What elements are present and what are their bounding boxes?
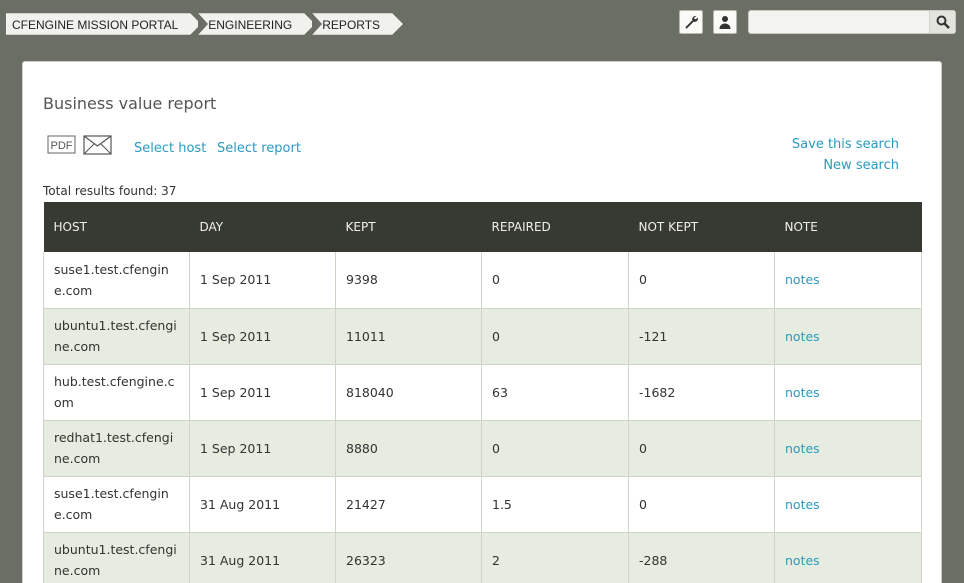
new-search-link[interactable]: New search <box>823 158 899 173</box>
magnifier-icon <box>936 15 950 29</box>
not-kept-cell: -121 <box>628 308 775 365</box>
save-search-link[interactable]: Save this search <box>792 137 899 152</box>
repaired-cell: 2 <box>481 532 629 583</box>
select-host-link[interactable]: Select host <box>134 141 206 156</box>
kept-cell: 9398 <box>335 252 482 309</box>
table-row: hub.test.cfengine.com 1 Sep 2011 818040 … <box>43 364 922 421</box>
select-report-link[interactable]: Select report <box>217 141 301 156</box>
search-input[interactable] <box>751 13 929 31</box>
total-results: Total results found: 37 <box>43 184 177 198</box>
user-icon <box>719 16 731 29</box>
table-header-row: HOST DAY KEPT REPAIRED NOT KEPT NOTE <box>43 202 922 252</box>
table-row: suse1.test.cfengine.com 1 Sep 2011 9398 … <box>43 252 922 309</box>
user-button[interactable] <box>713 10 737 34</box>
notes-link[interactable]: notes <box>785 553 820 568</box>
note-cell: notes <box>774 476 922 533</box>
kept-cell: 8880 <box>335 420 482 477</box>
not-kept-cell: 0 <box>628 476 775 533</box>
notes-link[interactable]: notes <box>785 385 820 400</box>
breadcrumb: CFENGINE MISSION PORTAL ENGINEERING REPO… <box>6 13 403 35</box>
page-title: Business value report <box>43 94 217 113</box>
day-cell: 1 Sep 2011 <box>189 252 336 309</box>
day-cell: 31 Aug 2011 <box>189 476 336 533</box>
repaired-cell: 0 <box>481 420 629 477</box>
notes-link[interactable]: notes <box>785 329 820 344</box>
day-cell: 1 Sep 2011 <box>189 308 336 365</box>
repaired-cell: 63 <box>481 364 629 421</box>
notes-link[interactable]: notes <box>785 441 820 456</box>
note-cell: notes <box>774 252 922 309</box>
host-cell: hub.test.cfengine.com <box>43 364 190 421</box>
note-cell: notes <box>774 364 922 421</box>
column-header-not-kept[interactable]: NOT KEPT <box>628 202 775 252</box>
kept-cell: 11011 <box>335 308 482 365</box>
column-header-day[interactable]: DAY <box>189 202 336 252</box>
repaired-cell: 1.5 <box>481 476 629 533</box>
repaired-cell: 0 <box>481 308 629 365</box>
breadcrumb-item-reports[interactable]: REPORTS <box>312 13 403 35</box>
note-cell: notes <box>774 532 922 583</box>
email-icon[interactable] <box>83 135 112 155</box>
top-bar: CFENGINE MISSION PORTAL ENGINEERING REPO… <box>0 0 964 45</box>
host-cell: suse1.test.cfengine.com <box>43 252 190 309</box>
not-kept-cell: 0 <box>628 252 775 309</box>
host-cell: ubuntu1.test.cfengine.com <box>43 308 190 365</box>
search-button[interactable] <box>929 11 955 33</box>
table-row: redhat1.test.cfengine.com 1 Sep 2011 888… <box>43 420 922 477</box>
pdf-export-icon[interactable]: PDF <box>47 135 77 155</box>
not-kept-cell: 0 <box>628 420 775 477</box>
column-header-kept[interactable]: KEPT <box>335 202 482 252</box>
search-box <box>748 10 956 34</box>
kept-cell: 818040 <box>335 364 482 421</box>
day-cell: 1 Sep 2011 <box>189 420 336 477</box>
day-cell: 1 Sep 2011 <box>189 364 336 421</box>
repaired-cell: 0 <box>481 252 629 309</box>
column-header-repaired[interactable]: REPAIRED <box>481 202 629 252</box>
kept-cell: 26323 <box>335 532 482 583</box>
notes-link[interactable]: notes <box>785 272 820 287</box>
breadcrumb-item-engineering[interactable]: ENGINEERING <box>198 13 316 35</box>
settings-button[interactable] <box>679 10 703 34</box>
column-header-host[interactable]: HOST <box>43 202 190 252</box>
results-table: HOST DAY KEPT REPAIRED NOT KEPT NOTE sus… <box>43 202 922 583</box>
notes-link[interactable]: notes <box>785 497 820 512</box>
column-header-note[interactable]: NOTE <box>774 202 922 252</box>
table-row: ubuntu1.test.cfengine.com 31 Aug 2011 26… <box>43 532 922 583</box>
wrench-icon <box>685 16 698 29</box>
note-cell: notes <box>774 420 922 477</box>
report-panel: Business value report PDF Select host Se… <box>22 61 942 583</box>
host-cell: suse1.test.cfengine.com <box>43 476 190 533</box>
table-row: suse1.test.cfengine.com 31 Aug 2011 2142… <box>43 476 922 533</box>
not-kept-cell: -1682 <box>628 364 775 421</box>
breadcrumb-item-portal[interactable]: CFENGINE MISSION PORTAL <box>6 13 202 35</box>
day-cell: 31 Aug 2011 <box>189 532 336 583</box>
host-cell: redhat1.test.cfengine.com <box>43 420 190 477</box>
host-cell: ubuntu1.test.cfengine.com <box>43 532 190 583</box>
kept-cell: 21427 <box>335 476 482 533</box>
svg-text:PDF: PDF <box>51 140 73 152</box>
note-cell: notes <box>774 308 922 365</box>
table-row: ubuntu1.test.cfengine.com 1 Sep 2011 110… <box>43 308 922 365</box>
not-kept-cell: -288 <box>628 532 775 583</box>
